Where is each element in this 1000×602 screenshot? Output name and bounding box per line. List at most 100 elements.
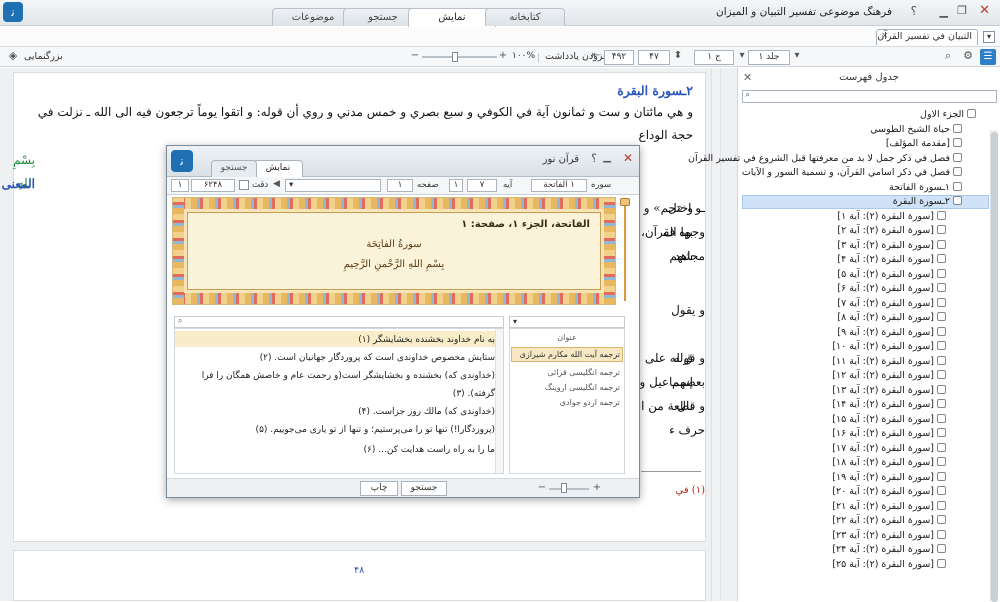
- print-button[interactable]: چاپ: [360, 481, 398, 496]
- aya-value[interactable]: ٧: [467, 179, 497, 192]
- toc-item[interactable]: [مقدمة المؤلف]: [886, 137, 962, 151]
- aya-from[interactable]: ١: [449, 179, 463, 192]
- tab-library[interactable]: کتابخانه: [485, 8, 565, 26]
- toc-item-label: [سورة البقرة (٢): آية ٢]: [837, 225, 934, 236]
- maximize-icon[interactable]: ❐: [957, 4, 967, 17]
- document-tab-title: التبيان في تفسير القرآن: [877, 31, 972, 42]
- dialog-zoom-slider[interactable]: [549, 488, 589, 490]
- translation-item[interactable]: ترجمه انگلیسی قرائی: [547, 368, 620, 377]
- volume-select[interactable]: جلد ۱: [748, 50, 790, 65]
- toc-item[interactable]: [سورة البقرة (٢): آية ٧]: [837, 297, 946, 311]
- enlarge-button[interactable]: بزرگنمایی: [24, 51, 63, 62]
- nav-left-icon[interactable]: ◀: [273, 179, 280, 189]
- page-value[interactable]: ١: [387, 179, 413, 192]
- zoom-slider-handle[interactable]: [452, 52, 458, 62]
- dialog-tab-search[interactable]: جستجو: [211, 160, 257, 177]
- document-tab[interactable]: × التبيان في تفسير القرآن: [876, 29, 978, 45]
- toc-item[interactable]: [سورة البقرة (٢): آية ٢١]: [832, 500, 946, 514]
- content-scrollbar[interactable]: [711, 68, 720, 601]
- settings-icon[interactable]: ⚙: [962, 49, 974, 62]
- toc-item[interactable]: [سورة البقرة (٢): آية ٢٣]: [832, 529, 946, 543]
- toc-item[interactable]: [سورة البقرة (٢): آية ١١]: [832, 355, 946, 369]
- toc-item[interactable]: [سورة البقرة (٢): آية ١٣]: [832, 384, 946, 398]
- toc-item[interactable]: [سورة البقرة (٢): آية ٢٠]: [832, 485, 946, 499]
- toc-item[interactable]: [سورة البقرة (٢): آية ٢]: [837, 224, 946, 238]
- vertical-slider-handle[interactable]: [620, 198, 630, 206]
- tab-list-icon[interactable]: ▾: [983, 31, 995, 43]
- layers-icon[interactable]: ◈: [6, 49, 20, 62]
- toc-item[interactable]: الجزء الاول: [920, 108, 976, 122]
- zoom-slider[interactable]: [422, 56, 497, 58]
- toc-item-label: [سورة البقرة (٢): آية ١٢]: [832, 370, 934, 381]
- minimize-icon[interactable]: ▁: [940, 5, 948, 18]
- toc-search-icon: ⌕: [745, 90, 751, 100]
- verse-search-input[interactable]: ⌕: [174, 316, 504, 328]
- toc-scrollbar[interactable]: [990, 130, 998, 602]
- tab-topics[interactable]: موضوعات: [272, 8, 354, 26]
- volume-dropdown-icon[interactable]: ▾: [792, 50, 802, 61]
- search-button[interactable]: جستجو: [401, 481, 447, 496]
- toc-item[interactable]: [سورة البقرة (٢): آية ١٠]: [832, 340, 946, 354]
- splitter[interactable]: [720, 68, 737, 601]
- toc-item[interactable]: فصل في ذكر اسامي القرآن، و تسمية السور و…: [742, 166, 962, 180]
- search-icon[interactable]: ⌕: [942, 49, 954, 63]
- translation-item[interactable]: ترجمه آیت الله مکارم شیرازی: [520, 350, 620, 359]
- toc-item[interactable]: [سورة البقرة (٢): آية ١۴]: [832, 398, 946, 412]
- toc-item[interactable]: [سورة البقرة (٢): آية ١۶]: [832, 427, 946, 441]
- toc-item[interactable]: [سورة البقرة (٢): آية ٢٢]: [832, 514, 946, 528]
- toc-item[interactable]: ٢ـسورة البقرة: [893, 195, 962, 209]
- sura-value[interactable]: ١ الفاتحة: [531, 179, 587, 192]
- sura-heading: ٢ـسورة البقرة: [617, 83, 693, 98]
- toc-item-label: [سورة البقرة (٢): آية ١٨]: [832, 457, 934, 468]
- dialog-help-icon[interactable]: ؟: [591, 152, 597, 165]
- document-icon: [937, 370, 946, 379]
- dialog-close-icon[interactable]: ✕: [623, 151, 633, 165]
- toc-item[interactable]: [سورة البقرة (٢): آية ۵]: [837, 268, 946, 282]
- document-tab-bar: × التبيان في تفسير القرآن ▾: [0, 27, 1000, 47]
- juz-dropdown-icon[interactable]: ▾: [737, 50, 747, 61]
- toc-item[interactable]: فصل في ذكر جمل لا بد من معرفتها قبل الشر…: [688, 152, 962, 166]
- tab-display[interactable]: نمایش: [408, 8, 496, 27]
- document-icon: [937, 326, 946, 336]
- toc-item[interactable]: ١ـسورة الفاتحة: [889, 181, 962, 195]
- sura-label: سوره: [591, 180, 612, 190]
- toc-item[interactable]: [سورة البقرة (٢): آية ٨]: [837, 311, 946, 325]
- first-page-icon[interactable]: ⇤: [591, 50, 601, 61]
- toc-toggle-icon[interactable]: ☰: [980, 49, 996, 65]
- page-input[interactable]: ۴۷: [638, 50, 670, 65]
- toc-item[interactable]: [سورة البقرة (٢): آية ١]: [837, 210, 946, 224]
- toc-item[interactable]: حياة الشيخ الطوسي: [870, 123, 962, 137]
- count-from[interactable]: ١: [171, 179, 189, 192]
- dialog-zoom-handle[interactable]: [561, 483, 567, 493]
- zoom-out-icon[interactable]: −: [410, 50, 420, 61]
- toc-item[interactable]: [سورة البقرة (٢): آية ٩]: [837, 326, 946, 340]
- page-vertical-slider[interactable]: [618, 197, 632, 305]
- toc-item[interactable]: [سورة البقرة (٢): آية ٢۴]: [832, 543, 946, 557]
- dialog-tab-display[interactable]: نمایش: [253, 160, 303, 177]
- juz-select[interactable]: ج ۱: [694, 50, 734, 65]
- page-step-icon[interactable]: ⬍: [673, 50, 683, 61]
- toc-item[interactable]: [سورة البقرة (٢): آية ١٧]: [832, 442, 946, 456]
- nav-dropdown[interactable]: ▾: [285, 179, 381, 192]
- toc-item[interactable]: [سورة البقرة (٢): آية ۶]: [837, 282, 946, 296]
- toc-item[interactable]: [سورة البقرة (٢): آية ١۵]: [832, 413, 946, 427]
- toc-item[interactable]: [سورة البقرة (٢): آية ١٩]: [832, 471, 946, 485]
- toc-item[interactable]: [سورة البقرة (٢): آية ٢۵]: [832, 558, 946, 572]
- dialog-zoom-in-icon[interactable]: +: [592, 482, 602, 493]
- toc-search-input[interactable]: ⌕: [742, 90, 997, 103]
- zoom-in-icon[interactable]: +: [498, 50, 508, 61]
- verse-line: گرفته). (٣): [452, 389, 495, 399]
- toc-item[interactable]: [سورة البقرة (٢): آية ٣]: [837, 239, 946, 253]
- dialog-minimize-icon[interactable]: ▁: [603, 152, 611, 163]
- translation-filter-dropdown[interactable]: ▾: [509, 316, 625, 328]
- help-icon[interactable]: ؟: [911, 4, 917, 18]
- dialog-zoom-out-icon[interactable]: −: [537, 482, 547, 493]
- toc-item[interactable]: [سورة البقرة (٢): آية ١٨]: [832, 456, 946, 470]
- verse-scrollbar[interactable]: [495, 329, 503, 473]
- translation-item[interactable]: ترجمه اردو جوادی: [560, 398, 620, 407]
- exact-checkbox[interactable]: [239, 180, 249, 190]
- toc-item[interactable]: [سورة البقرة (٢): آية ١٢]: [832, 369, 946, 383]
- toc-item[interactable]: [سورة البقرة (٢): آية ۴]: [837, 253, 946, 267]
- translation-item[interactable]: ترجمه انگلیسی اروینگ: [545, 383, 620, 392]
- close-icon[interactable]: ✕: [979, 3, 990, 18]
